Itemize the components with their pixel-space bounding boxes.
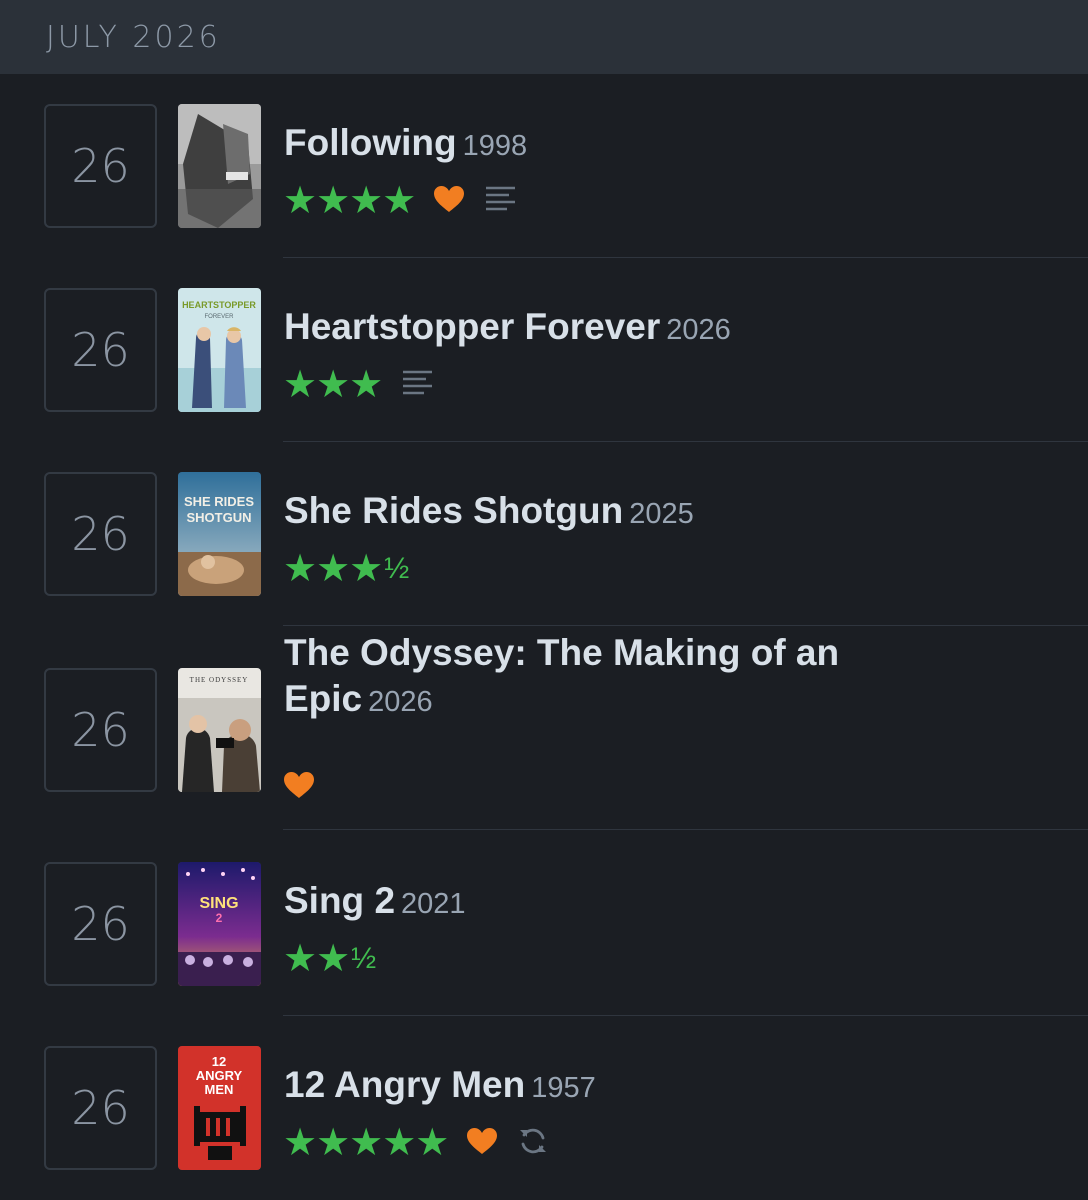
poster-subtitle: FOREVER <box>204 314 234 320</box>
rewatch-icon <box>518 1126 548 1161</box>
star-rating: ★★ <box>283 938 350 980</box>
film-title[interactable]: Following <box>284 122 457 163</box>
film-title[interactable]: Sing 2 <box>284 880 395 921</box>
poster-heartstopper[interactable]: HEARTSTOPPER FOREVER <box>178 288 261 412</box>
day-box[interactable]: 26 <box>44 288 157 412</box>
poster-following[interactable] <box>178 104 261 228</box>
film-year[interactable]: 2025 <box>629 498 694 530</box>
day-box[interactable]: 26 <box>44 1046 157 1170</box>
poster-odyssey[interactable]: THE ODYSSEY <box>178 668 261 792</box>
film-year[interactable]: 2026 <box>368 686 433 718</box>
film-title-line: Following 1998 <box>284 120 924 169</box>
star-rating: ★★★★ <box>283 180 416 222</box>
entry-meta <box>283 767 315 807</box>
poster-title: HEARTSTOPPER <box>182 300 256 310</box>
star-rating: ★★★★★ <box>283 1122 449 1164</box>
poster-number: 2 <box>216 911 223 925</box>
poster-title: ANGRY <box>196 1068 243 1083</box>
poster-title: 12 <box>212 1054 226 1069</box>
divider <box>283 829 1088 830</box>
heart-icon <box>466 1127 498 1160</box>
divider <box>283 441 1088 442</box>
poster-sing2[interactable]: SING 2 <box>178 862 261 986</box>
film-title[interactable]: 12 Angry Men <box>284 1064 525 1105</box>
poster-title: THE ODYSSEY <box>190 676 249 684</box>
star-rating: ★★★ <box>283 548 383 590</box>
poster-title: SING <box>199 895 238 912</box>
half-star: ½ <box>351 942 376 975</box>
entry-meta: ★★ ½ <box>283 938 376 980</box>
film-title[interactable]: She Rides Shotgun <box>284 490 623 531</box>
review-icon <box>402 368 434 403</box>
film-title-line: Heartstopper Forever 2026 <box>284 304 924 353</box>
film-year[interactable]: 1998 <box>463 130 528 162</box>
film-year[interactable]: 2026 <box>666 314 731 346</box>
film-title-line: 12 Angry Men 1957 <box>284 1062 924 1111</box>
heart-icon <box>433 185 465 218</box>
poster-title: SHE RIDES <box>184 494 254 509</box>
poster-12-angry-men[interactable]: 12 ANGRY MEN <box>178 1046 261 1170</box>
film-title[interactable]: Heartstopper Forever <box>284 306 660 347</box>
day-box[interactable]: 26 <box>44 472 157 596</box>
divider <box>283 625 1088 626</box>
heart-icon <box>283 771 315 804</box>
film-year[interactable]: 2021 <box>401 888 466 920</box>
poster-title: SHOTGUN <box>187 510 252 525</box>
entry-meta: ★★★ <box>283 365 434 405</box>
star-rating: ★★★ <box>283 364 383 406</box>
film-title-line: Sing 2 2021 <box>284 878 924 927</box>
poster-title: MEN <box>205 1082 234 1097</box>
half-star: ½ <box>384 552 409 585</box>
film-title-line: She Rides Shotgun 2025 <box>284 488 924 537</box>
month-label: JULY 2026 <box>46 20 221 55</box>
entry-meta: ★★★★★ <box>283 1123 548 1163</box>
film-year[interactable]: 1957 <box>531 1072 596 1104</box>
month-header: JULY 2026 <box>0 0 1088 74</box>
day-box[interactable]: 26 <box>44 104 157 228</box>
day-box[interactable]: 26 <box>44 668 157 792</box>
entry-meta: ★★★★ <box>283 181 517 221</box>
divider <box>283 1015 1088 1016</box>
film-title-line: The Odyssey: The Making of an Epic 2026 <box>284 630 924 725</box>
entry-meta: ★★★ ½ <box>283 548 409 590</box>
divider <box>283 257 1088 258</box>
day-box[interactable]: 26 <box>44 862 157 986</box>
review-icon <box>485 184 517 219</box>
poster-shotgun[interactable]: SHE RIDES SHOTGUN <box>178 472 261 596</box>
